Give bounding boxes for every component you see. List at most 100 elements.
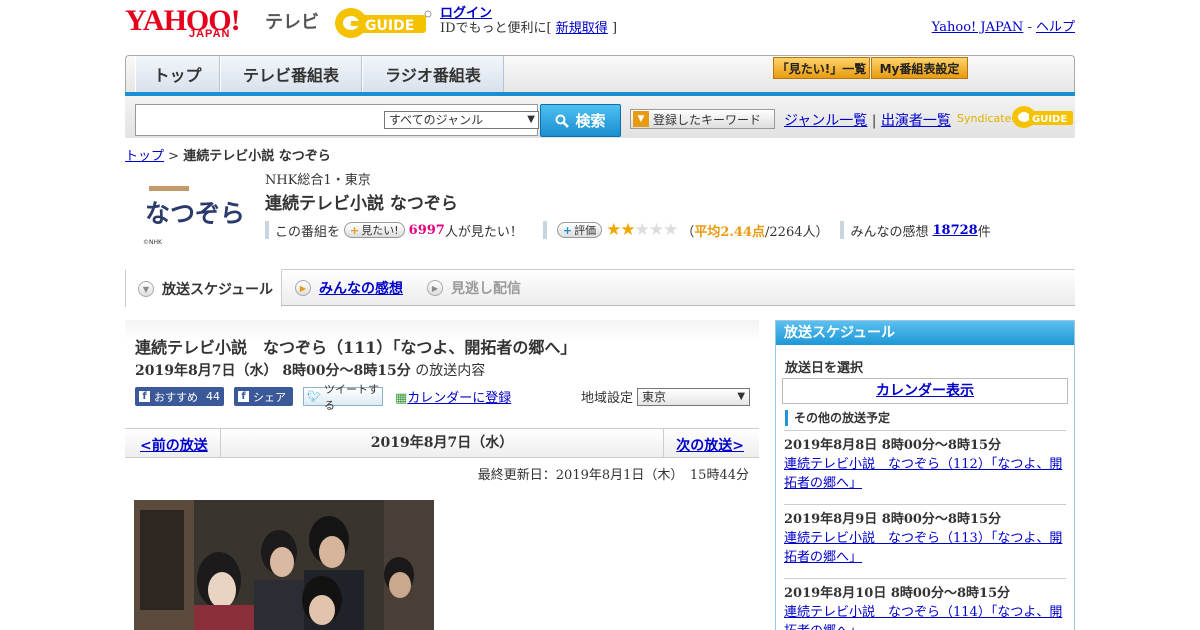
rating-count: /2264人） bbox=[765, 224, 829, 240]
chevron-right-icon: ▶ bbox=[295, 280, 311, 296]
star-filled-icon: ★ bbox=[606, 220, 621, 240]
my-settings-button[interactable]: My番組表設定 bbox=[871, 57, 968, 79]
current-broadcast-date: 2019年8月7日（水） bbox=[220, 429, 664, 457]
syndicated-gguide-logo: Syndicated GUIDE bbox=[957, 106, 1073, 128]
want-list-button[interactable]: 「見たい!」一覧 bbox=[773, 57, 870, 79]
sidebar-header: 放送スケジュール bbox=[776, 321, 1074, 345]
star-empty-icon: ★ bbox=[648, 220, 664, 240]
search-button-label: 検索 bbox=[575, 112, 606, 130]
schedule-item-link[interactable]: 連続テレビ小説 なつぞら（112）「なつよ、開拓者の郷へ」 bbox=[784, 457, 1062, 491]
schedule-item-date: 2019年8月9日 8時00分～8時15分 bbox=[784, 512, 1002, 527]
facebook-icon: f bbox=[139, 391, 150, 402]
genre-select-value: すべてのジャンル bbox=[389, 113, 484, 127]
top-links-separator: - bbox=[1027, 20, 1032, 35]
schedule-item-link[interactable]: 連続テレビ小説 なつぞら（113）「なつよ、開拓者の郷へ」 bbox=[784, 531, 1062, 565]
program-logo-text: なつぞら bbox=[145, 199, 245, 228]
subtab-catchup-label: 見逃し配信 bbox=[451, 281, 521, 297]
facebook-share-button[interactable]: f シェア bbox=[234, 387, 293, 406]
login-box: ログイン IDでもっと便利に[ 新規取得 ] bbox=[440, 6, 617, 36]
region-select[interactable]: 東京 ▼ bbox=[637, 387, 751, 406]
facebook-icon: f bbox=[238, 391, 249, 402]
reviews-count-link[interactable]: 18728 bbox=[933, 223, 978, 238]
genre-select[interactable]: すべてのジャンル ▼ bbox=[384, 111, 539, 129]
subtab-schedule-label: 放送スケジュール bbox=[162, 282, 274, 298]
help-link[interactable]: ヘルプ bbox=[1036, 20, 1075, 35]
program-meta: この番組を + 見たい! 6997 人が見たい！ + 評価 ★★★★★ （ 平均… bbox=[265, 220, 991, 240]
program-logo-copyright: ©NHK bbox=[143, 239, 163, 246]
breadcrumb: トップ > 連続テレビ小説 なつぞら bbox=[125, 145, 331, 164]
genre-list-link[interactable]: ジャンル一覧 bbox=[784, 113, 867, 129]
tab-tv-schedule[interactable]: テレビ番組表 bbox=[220, 56, 362, 92]
main-nav: トップ テレビ番組表 ラジオ番組表 「見たい!」一覧 My番組表設定 bbox=[125, 55, 1075, 92]
registered-keywords-button[interactable]: ▼ 登録したキーワード bbox=[630, 109, 775, 129]
episode-pager: <前の放送 2019年8月7日（水） 次の放送> bbox=[125, 428, 759, 458]
gguide-logo: GUIDE bbox=[335, 8, 432, 38]
login-sub-suffix: ] bbox=[611, 21, 618, 36]
chevron-down-icon: ▼ bbox=[138, 281, 154, 297]
schedule-item-date: 2019年8月8日 8時00分～8時15分 bbox=[784, 438, 1002, 453]
dropdown-arrow-icon: ▼ bbox=[527, 114, 535, 125]
calendar-display-link[interactable]: カレンダー表示 bbox=[876, 383, 974, 399]
calendar-add-icon: ▦ bbox=[395, 391, 408, 406]
japan-logo-text: JAPAN bbox=[189, 28, 231, 40]
search-bar: すべてのジャンル ▼ 検索 ▼ 登録したキーワード ジャンル一覧 | 出演者一覧… bbox=[125, 96, 1075, 138]
episode-title: 連続テレビ小説 なつぞら（111）「なつよ、開拓者の郷へ」 bbox=[135, 338, 577, 357]
episode-datetime: 2019年8月7日（水） 8時00分～8時15分 bbox=[135, 363, 411, 379]
tab-radio-schedule[interactable]: ラジオ番組表 bbox=[362, 56, 504, 92]
want-suffix: 人が見たい！ bbox=[444, 224, 523, 240]
register-link[interactable]: 新規取得 bbox=[556, 21, 608, 36]
want-button-label: 見たい! bbox=[361, 224, 399, 237]
episode-datetime-suffix: の放送内容 bbox=[415, 363, 486, 379]
meta-divider bbox=[265, 221, 269, 239]
schedule-item: 2019年8月9日 8時00分～8時15分 連続テレビ小説 なつぞら（113）「… bbox=[784, 504, 1066, 574]
login-link[interactable]: ログイン bbox=[440, 6, 492, 21]
schedule-item: 2019年8月10日 8時00分～8時15分 連続テレビ小説 なつぞら（114）… bbox=[784, 578, 1066, 630]
search-links-pipe: | bbox=[871, 113, 877, 129]
tweet-label: ツイートする bbox=[323, 382, 379, 412]
top-links: Yahoo! JAPAN - ヘルプ bbox=[932, 16, 1075, 35]
registered-keywords-label: 登録したキーワード bbox=[653, 112, 762, 127]
triangle-down-icon: ▼ bbox=[633, 111, 649, 127]
subtab-reviews[interactable]: ▶ みんなの感想 bbox=[295, 270, 403, 306]
syndicated-label: Syndicated bbox=[957, 112, 1018, 125]
region-label: 地域設定 bbox=[581, 391, 634, 406]
calendar-display-button[interactable]: カレンダー表示 bbox=[782, 378, 1068, 404]
site-header: YAHOO! JAPAN テレビ GUIDE ログイン IDでもっと便利に[ 新… bbox=[125, 0, 1075, 52]
program-station: NHK総合1・東京 bbox=[265, 173, 371, 188]
subtab-reviews-label: みんなの感想 bbox=[319, 281, 403, 297]
chevron-right-icon: ▶ bbox=[427, 280, 443, 296]
subtab-catchup[interactable]: ▶ 見逃し配信 bbox=[427, 270, 521, 306]
other-schedule-header: その他の放送予定 bbox=[785, 410, 1074, 426]
region-setting: 地域設定 東京 ▼ bbox=[581, 387, 751, 406]
tv-logo-text: テレビ bbox=[265, 12, 319, 33]
program-logo: なつぞら ©NHK bbox=[143, 186, 245, 246]
breadcrumb-top-link[interactable]: トップ bbox=[125, 149, 164, 164]
login-sub-prefix: IDでもっと便利に[ bbox=[440, 21, 552, 36]
gguide-logo-label: GUIDE bbox=[365, 18, 414, 34]
tweet-button[interactable]: 🐦︎ ツイートする bbox=[303, 383, 383, 412]
next-broadcast-link[interactable]: 次の放送> bbox=[676, 435, 744, 455]
prev-broadcast-link[interactable]: <前の放送 bbox=[140, 435, 208, 455]
yahoo-japan-link[interactable]: Yahoo! JAPAN bbox=[932, 20, 1024, 35]
twitter-bird-icon: 🐦︎ bbox=[307, 390, 321, 403]
star-empty-icon: ★ bbox=[663, 220, 678, 240]
region-select-value: 東京 bbox=[642, 389, 667, 404]
program-subtabs: ▼ 放送スケジュール ▶ みんなの感想 ▶ 見逃し配信 bbox=[125, 269, 1075, 307]
reviews-label: みんなの感想 bbox=[850, 224, 929, 240]
want-button[interactable]: + 見たい! bbox=[344, 222, 405, 238]
search-button[interactable]: 検索 bbox=[540, 104, 621, 137]
rate-button[interactable]: + 評価 bbox=[556, 222, 603, 238]
facebook-recommend-button[interactable]: f おすすめ 44 bbox=[135, 387, 224, 406]
avg-open: （ bbox=[681, 224, 695, 240]
rate-button-label: 評価 bbox=[574, 224, 597, 237]
tab-top[interactable]: トップ bbox=[135, 56, 220, 92]
calendar-register-link[interactable]: カレンダーに登録 bbox=[407, 391, 511, 406]
performers-list-link[interactable]: 出演者一覧 bbox=[881, 113, 951, 129]
calendar-register: ▦カレンダーに登録 bbox=[395, 387, 511, 406]
episode-photo bbox=[134, 500, 434, 630]
recommend-count: 44 bbox=[206, 390, 220, 403]
plus-icon: + bbox=[562, 223, 573, 237]
schedule-item-link[interactable]: 連続テレビ小説 なつぞら（114）「なつよ、開拓者の郷へ」 bbox=[784, 605, 1062, 630]
schedule-item: 2019年8月8日 8時00分～8時15分 連続テレビ小説 なつぞら（112）「… bbox=[784, 430, 1066, 500]
subtab-schedule[interactable]: ▼ 放送スケジュール bbox=[125, 269, 282, 307]
